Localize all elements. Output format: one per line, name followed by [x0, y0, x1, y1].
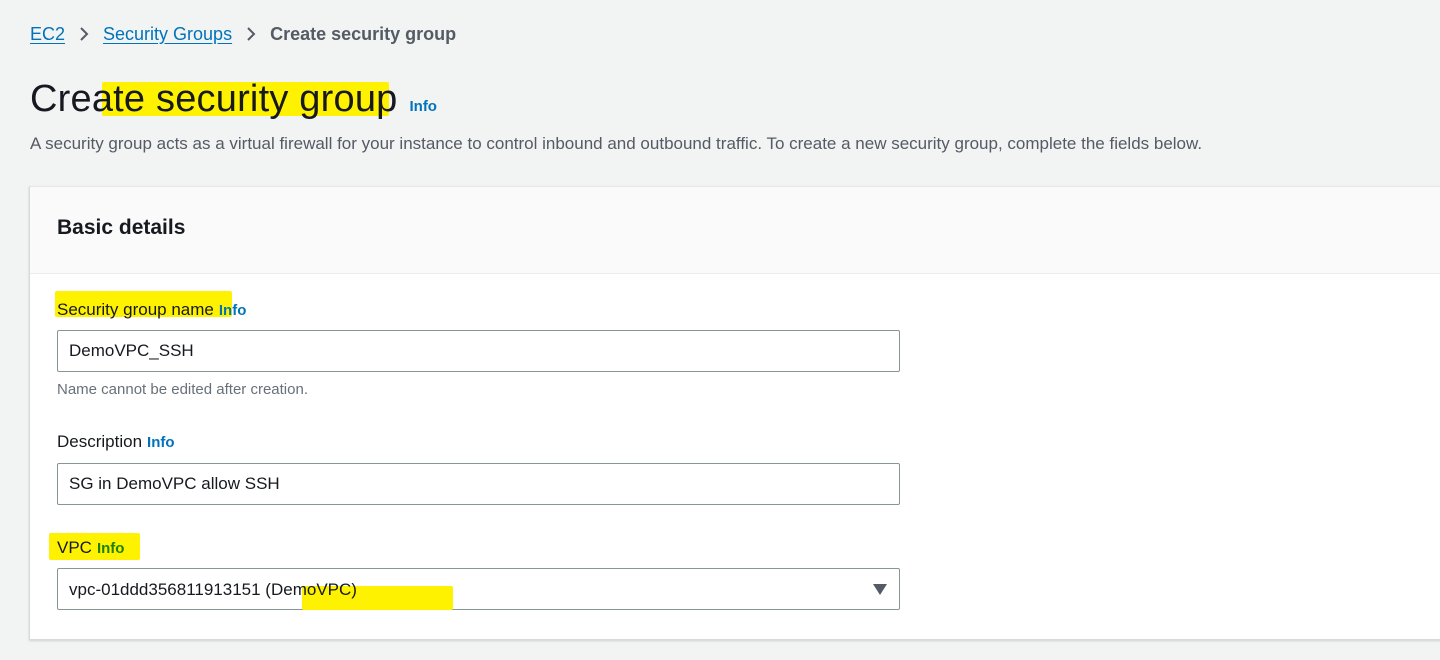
name-hint: Name cannot be edited after creation.	[57, 381, 308, 398]
vpc-select-value: vpc-01ddd356811913151 (DemoVPC)	[69, 580, 357, 599]
breadcrumb: EC2 Security Groups Create security grou…	[30, 22, 456, 46]
name-info-link[interactable]: Info	[219, 302, 247, 319]
vpc-select[interactable]: vpc-01ddd356811913151 (DemoVPC)	[57, 568, 900, 610]
breadcrumb-ec2-link[interactable]: EC2	[30, 24, 65, 45]
page-header: Create security group Info	[30, 78, 437, 121]
panel-title: Basic details	[57, 216, 186, 239]
basic-details-panel: Basic details Security group name Info N…	[29, 186, 1440, 640]
panel-header: Basic details	[30, 187, 1440, 274]
page-description: A security group acts as a virtual firew…	[30, 134, 1203, 153]
vpc-label: VPC Info	[57, 538, 125, 557]
description-info-link[interactable]: Info	[147, 434, 175, 451]
security-group-name-input[interactable]	[57, 330, 900, 372]
breadcrumb-security-groups-link[interactable]: Security Groups	[103, 24, 232, 45]
breadcrumb-current: Create security group	[270, 23, 457, 44]
chevron-right-icon	[246, 25, 256, 43]
title-info-link[interactable]: Info	[409, 98, 437, 115]
security-group-name-label: Security group name Info	[57, 300, 247, 319]
caret-down-icon	[873, 584, 887, 595]
chevron-right-icon	[79, 25, 89, 43]
page-title: Create security group	[30, 78, 398, 120]
description-label: Description Info	[57, 432, 175, 451]
vpc-info-link[interactable]: Info	[97, 540, 125, 557]
description-input[interactable]	[57, 463, 900, 505]
